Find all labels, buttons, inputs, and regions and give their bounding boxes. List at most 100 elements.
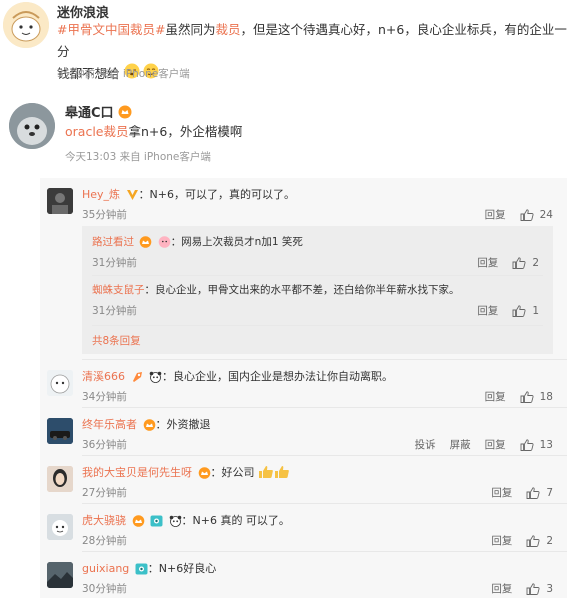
commenter-name[interactable]: 终年乐高者: [82, 418, 137, 431]
sub-comment-item: 蜘蛛支鼠子：良心企业，甲骨文出来的水平都不差，还白给你半年薪水找下家。 31分钟…: [82, 276, 553, 324]
eye-badge-icon: [150, 515, 163, 527]
like-count: 7: [546, 486, 553, 499]
comments-panel: Hey_炼 ：N+6，可以了，真的可以了。 35分钟前 回复 24 路过看过 ：…: [40, 178, 567, 598]
post-meta: 3分钟前 来自 iPhone客户端: [57, 68, 190, 80]
reply-button[interactable]: 回复: [485, 437, 506, 452]
comment-time: 34分钟前: [82, 391, 127, 403]
like-count: 13: [539, 438, 553, 451]
comment-actions: 回复 3: [477, 581, 553, 596]
avatar[interactable]: [47, 370, 73, 396]
comment-text: ：N+6好良心: [147, 562, 217, 575]
thumbs-up-icon[interactable]: [520, 438, 534, 451]
reply-button[interactable]: 回复: [491, 533, 512, 548]
comment-time: 30分钟前: [82, 583, 127, 595]
crown-badge-icon: [143, 419, 156, 431]
like-count: 18: [539, 390, 553, 403]
eye-badge-icon: [135, 563, 148, 575]
post-1: 迷你浪浪 #甲骨文中国裁员#虽然同为裁员，但是这个待遇真心好，n+6，良心企业标…: [0, 0, 579, 90]
thumbs-up-icon[interactable]: [526, 534, 540, 547]
thumbs-up-icon[interactable]: [512, 256, 526, 269]
thumbs-up-icon[interactable]: [526, 486, 540, 499]
comment-text: ：N+6，可以了，真的可以了。: [138, 188, 296, 201]
keyword-link[interactable]: 裁员: [215, 22, 240, 37]
reply-button[interactable]: 回复: [491, 581, 512, 596]
girl-badge-icon: [158, 236, 171, 248]
like-count: 3: [546, 582, 553, 595]
avatar[interactable]: [47, 514, 73, 540]
comment-actions: 回复 1: [477, 303, 539, 318]
landscape-avatar-icon: [47, 562, 73, 588]
like-count: 1: [532, 304, 539, 317]
sub-comment-item: 路过看过 ：网易上次裁员才n加1 笑死 31分钟前 回复 2: [82, 226, 553, 274]
reply-button[interactable]: 回复: [485, 207, 506, 222]
like-count: 2: [532, 256, 539, 269]
thumbs-up-icon[interactable]: [526, 582, 540, 595]
comment-item: guixiang ：N+6好良心 30分钟前 回复 3: [40, 552, 567, 598]
comment-text: ：良心企业，甲骨文出来的水平都不差，还白给你半年薪水找下家。: [144, 284, 460, 296]
thumbs-up-icon[interactable]: [512, 304, 526, 317]
comment-time: 28分钟前: [82, 535, 127, 547]
portrait-avatar-icon: [47, 466, 73, 492]
avatar[interactable]: [3, 2, 49, 48]
reply-button[interactable]: 回复: [477, 255, 498, 270]
commenter-name[interactable]: guixiang: [82, 562, 129, 575]
comment-item: 我的大宝贝是何先生呀 ：好公司 27分钟前 回复 7: [40, 456, 567, 502]
like-count: 2: [546, 534, 553, 547]
reply-button[interactable]: 回复: [491, 485, 512, 500]
crown-badge-icon: [139, 236, 152, 248]
thumbs-up-emoji-icon: [258, 465, 290, 482]
cartoon-avatar-icon: [3, 2, 49, 48]
comment-text: ：外资撤退: [155, 418, 211, 431]
commenter-name[interactable]: 路过看过: [92, 236, 134, 248]
comment-time: 27分钟前: [82, 487, 127, 499]
avatar[interactable]: [47, 562, 73, 588]
panda-badge-icon: [149, 371, 162, 383]
sub-comments: 路过看过 ：网易上次裁员才n加1 笑死 31分钟前 回复 2 蜘蛛支鼠子：良心企…: [82, 226, 553, 354]
comment-time: 35分钟前: [82, 209, 127, 221]
report-button[interactable]: 投诉: [415, 437, 436, 452]
vip-v-icon: [126, 189, 139, 201]
comment-time: 31分钟前: [92, 257, 137, 269]
avatar[interactable]: [47, 188, 73, 214]
post-text: oracle裁员拿n+6，外企楷模啊: [65, 124, 243, 139]
reply-button[interactable]: 回复: [485, 389, 506, 404]
comment-item: 终年乐高者 ：外资撤退 36分钟前 投诉 屏蔽 回复 13: [40, 408, 567, 454]
post-meta: 今天13:03 来自 iPhone客户端: [65, 151, 211, 163]
seal-avatar-icon: [9, 103, 55, 149]
comment-actions: 回复 24: [471, 207, 553, 222]
comment-time: 36分钟前: [82, 439, 127, 451]
comment-actions: 回复 2: [477, 255, 539, 270]
comment-item: Hey_炼 ：N+6，可以了，真的可以了。 35分钟前 回复 24 路过看过 ：…: [40, 178, 567, 358]
keyword-link[interactable]: oracle裁员: [65, 124, 128, 139]
commenter-name[interactable]: Hey_炼: [82, 188, 120, 201]
commenter-name[interactable]: 清溪666: [82, 370, 125, 383]
comment-actions: 投诉 屏蔽 回复 13: [401, 437, 553, 452]
panda-badge-icon: [169, 515, 182, 527]
post-2: 皋通C口 oracle裁员拿n+6，外企楷模啊 今天13:03 来自 iPhon…: [0, 95, 579, 175]
comment-text: ：网易上次裁员才n加1 笑死: [170, 236, 303, 248]
dark-photo-avatar-icon: [47, 188, 73, 214]
username: 皋通C口: [65, 102, 132, 123]
commenter-name[interactable]: 虎大骁骁: [82, 514, 126, 527]
comment-text: ：良心企业，国内企业是想办法让你自动离职。: [162, 370, 393, 383]
cartoon-avatar-icon: [47, 514, 73, 540]
reply-button[interactable]: 回复: [477, 303, 498, 318]
cartoon-avatar-icon: [47, 370, 73, 396]
thumbs-up-icon[interactable]: [520, 390, 534, 403]
like-count: 24: [539, 208, 553, 221]
thumbs-up-icon[interactable]: [520, 208, 534, 221]
comment-item: 虎大骁骁 ：N+6 真的 可以了。 28分钟前 回复 2: [40, 504, 567, 550]
commenter-name[interactable]: 我的大宝贝是何先生呀: [82, 466, 192, 479]
hashtag-link[interactable]: #甲骨文中国裁员#: [57, 22, 165, 37]
more-replies-link[interactable]: 共8条回复: [92, 333, 141, 348]
rocket-badge-icon: [131, 371, 144, 383]
comment-item: 清溪666 ：良心企业，国内企业是想办法让你自动离职。 34分钟前 回复 18: [40, 360, 567, 406]
comment-actions: 回复 7: [477, 485, 553, 500]
avatar[interactable]: [47, 418, 73, 444]
avatar[interactable]: [9, 103, 55, 149]
car-photo-avatar-icon: [47, 418, 73, 444]
avatar[interactable]: [47, 466, 73, 492]
crown-badge-icon: [198, 467, 211, 479]
block-button[interactable]: 屏蔽: [450, 437, 471, 452]
commenter-name[interactable]: 蜘蛛支鼠子: [92, 284, 145, 296]
